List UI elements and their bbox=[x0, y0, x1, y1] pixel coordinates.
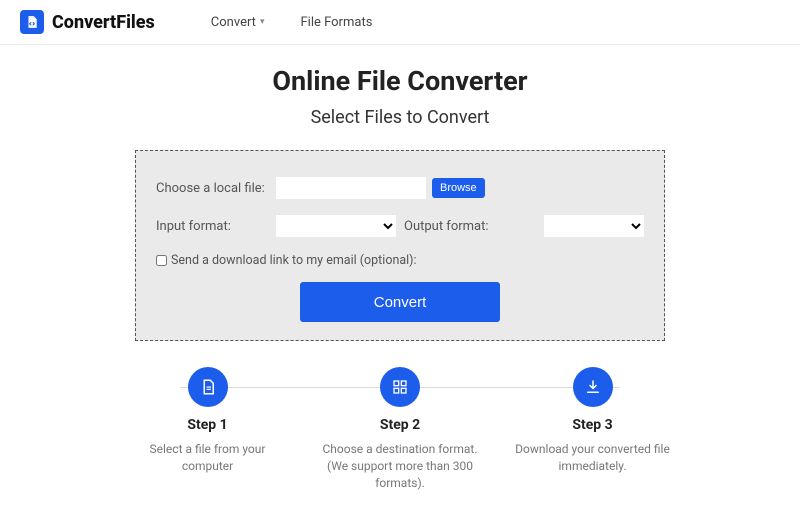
step-2-title: Step 2 bbox=[313, 417, 488, 433]
chevron-down-icon: ▾ bbox=[260, 17, 265, 27]
step-3-title: Step 3 bbox=[505, 417, 680, 433]
download-icon bbox=[573, 367, 613, 407]
page-title: Online File Converter bbox=[0, 65, 800, 97]
step-1: Step 1 Select a file from your computer bbox=[120, 367, 295, 491]
nav-convert[interactable]: Convert ▾ bbox=[211, 15, 265, 30]
email-checkbox[interactable] bbox=[156, 255, 167, 266]
email-label: Send a download link to my email (option… bbox=[171, 253, 417, 268]
logo-icon bbox=[20, 10, 44, 34]
nav-formats-label: File Formats bbox=[300, 15, 372, 30]
step-1-title: Step 1 bbox=[120, 417, 295, 433]
output-format-select[interactable] bbox=[544, 215, 644, 237]
steps: Step 1 Select a file from your computer … bbox=[120, 367, 680, 491]
step-3-desc: Download your converted file immediately… bbox=[505, 441, 680, 475]
grid-icon bbox=[380, 367, 420, 407]
step-1-desc: Select a file from your computer bbox=[120, 441, 295, 475]
output-format-label: Output format: bbox=[404, 219, 489, 234]
converter-panel: Choose a local file: Browse Input format… bbox=[135, 150, 665, 341]
convert-button[interactable]: Convert bbox=[300, 282, 500, 322]
file-icon bbox=[188, 367, 228, 407]
step-2: Step 2 Choose a destination format. (We … bbox=[313, 367, 488, 491]
choose-file-label: Choose a local file: bbox=[156, 181, 276, 196]
file-input[interactable] bbox=[276, 177, 426, 199]
step-2-desc: Choose a destination format. (We support… bbox=[313, 441, 488, 491]
page-subtitle: Select Files to Convert bbox=[0, 107, 800, 128]
input-format-label: Input format: bbox=[156, 219, 276, 234]
browse-button[interactable]: Browse bbox=[432, 178, 485, 198]
nav-file-formats[interactable]: File Formats bbox=[300, 15, 372, 30]
top-nav: ConvertFiles Convert ▾ File Formats bbox=[0, 0, 800, 45]
brand-logo[interactable]: ConvertFiles bbox=[20, 10, 155, 34]
input-format-select[interactable] bbox=[276, 215, 396, 237]
step-3: Step 3 Download your converted file imme… bbox=[505, 367, 680, 491]
nav-convert-label: Convert bbox=[211, 15, 256, 30]
brand-name: ConvertFiles bbox=[52, 12, 155, 33]
